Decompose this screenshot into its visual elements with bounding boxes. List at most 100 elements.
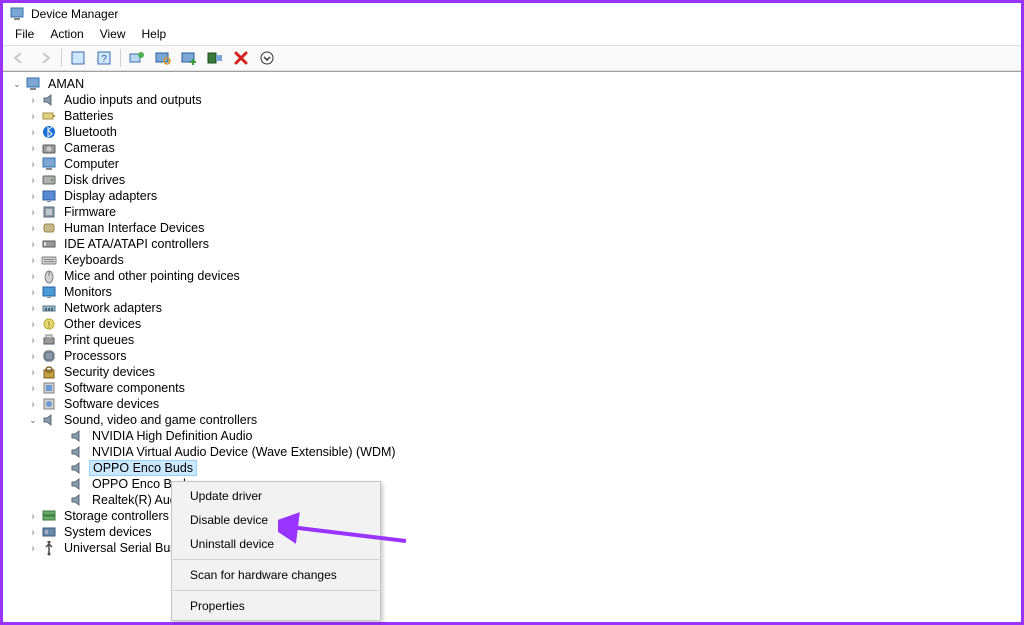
toolbar-add-legacy[interactable] [177,47,201,69]
toolbar-enable-disable[interactable] [255,47,279,69]
chevron-right-icon[interactable]: › [27,238,39,250]
tree-node-label[interactable]: Keyboards [61,252,127,268]
tree-node[interactable]: OPPO Enco Buds [3,460,1021,476]
tree-node[interactable]: ›!Other devices [3,316,1021,332]
tree-node[interactable]: › Disk drives [3,172,1021,188]
tree-node[interactable]: › Software components [3,380,1021,396]
tree-node-label[interactable]: AMAN [45,76,87,92]
tree-node[interactable]: Realtek(R) Audio [3,492,1021,508]
tree-node[interactable]: ›Cameras [3,140,1021,156]
chevron-right-icon[interactable]: › [27,142,39,154]
tree-node[interactable]: › Human Interface Devices [3,220,1021,236]
chevron-right-icon[interactable]: › [27,542,39,554]
menu-view[interactable]: View [92,25,134,45]
toolbar-update-driver[interactable] [125,47,149,69]
chevron-down-icon[interactable]: ⌄ [27,414,39,426]
tree-node[interactable]: › Display adapters [3,188,1021,204]
tree-node-label[interactable]: Network adapters [61,300,165,316]
menu-file[interactable]: File [7,25,42,45]
tree-node-label[interactable]: Firmware [61,204,119,220]
tree-node-label[interactable]: Monitors [61,284,115,300]
chevron-right-icon[interactable]: › [27,110,39,122]
tree-node-label[interactable]: OPPO Enco Buds [89,460,197,476]
tree-node[interactable]: › Audio inputs and outputs [3,92,1021,108]
tree-node-label[interactable]: Security devices [61,364,158,380]
chevron-down-icon[interactable]: ⌄ [11,78,23,90]
tree-node[interactable]: › Software devices [3,396,1021,412]
tree-node-label[interactable]: Other devices [61,316,144,332]
toolbar-uninstall[interactable] [203,47,227,69]
context-menu-item[interactable]: Update driver [172,484,380,508]
toolbar-help[interactable]: ? [92,47,116,69]
tree-node[interactable]: › Firmware [3,204,1021,220]
chevron-right-icon[interactable]: › [27,334,39,346]
tree-node-label[interactable]: Batteries [61,108,116,124]
tree-node-label[interactable]: System devices [61,524,155,540]
tree-node[interactable]: › Batteries [3,108,1021,124]
chevron-right-icon[interactable]: › [27,190,39,202]
tree-node-label[interactable]: Computer [61,156,122,172]
tree-node-label[interactable]: Processors [61,348,130,364]
tree-node[interactable]: NVIDIA High Definition Audio [3,428,1021,444]
chevron-right-icon[interactable]: › [27,206,39,218]
chevron-right-icon[interactable]: › [27,174,39,186]
context-menu-item[interactable]: Uninstall device [172,532,380,556]
tree-node[interactable]: ⌄ AMAN [3,76,1021,92]
tree-node[interactable]: › Processors [3,348,1021,364]
chevron-right-icon[interactable]: › [27,254,39,266]
tree-node[interactable]: OPPO Enco Buds [3,476,1021,492]
tree-node-label[interactable]: Bluetooth [61,124,120,140]
tree-node[interactable]: › Storage controllers [3,508,1021,524]
chevron-right-icon[interactable]: › [27,526,39,538]
tree-node-label[interactable]: Storage controllers [61,508,172,524]
tree-node-label[interactable]: IDE ATA/ATAPI controllers [61,236,212,252]
context-menu-item[interactable]: Scan for hardware changes [172,563,380,587]
context-menu-item[interactable]: Properties [172,594,380,618]
chevron-right-icon[interactable]: › [27,350,39,362]
tree-node-label[interactable]: Universal Serial Bus [61,540,180,556]
tree-node[interactable]: › IDE ATA/ATAPI controllers [3,236,1021,252]
chevron-right-icon[interactable]: › [27,510,39,522]
device-tree[interactable]: ⌄ AMAN › Audio inputs and outputs › Batteries… [3,71,1021,622]
tree-node-label[interactable]: Print queues [61,332,137,348]
tree-node-label[interactable]: Disk drives [61,172,128,188]
chevron-right-icon[interactable]: › [27,270,39,282]
chevron-right-icon[interactable]: › [27,126,39,138]
context-menu-item[interactable]: Disable device [172,508,380,532]
chevron-right-icon[interactable]: › [27,366,39,378]
tree-node-label[interactable]: Display adapters [61,188,160,204]
chevron-right-icon[interactable]: › [27,222,39,234]
chevron-right-icon[interactable]: › [27,398,39,410]
tree-node-label[interactable]: Software components [61,380,188,396]
tree-node-label[interactable]: Software devices [61,396,162,412]
tree-node[interactable]: › Mice and other pointing devices [3,268,1021,284]
chevron-right-icon[interactable]: › [27,302,39,314]
tree-node[interactable]: › Security devices [3,364,1021,380]
tree-node-label[interactable]: Mice and other pointing devices [61,268,243,284]
chevron-right-icon[interactable]: › [27,286,39,298]
tree-node[interactable]: ⌄ Sound, video and game controllers [3,412,1021,428]
tree-node[interactable]: › System devices [3,524,1021,540]
tree-node[interactable]: › Network adapters [3,300,1021,316]
tree-node[interactable]: › Print queues [3,332,1021,348]
menu-help[interactable]: Help [134,25,175,45]
chevron-right-icon[interactable]: › [27,382,39,394]
chevron-right-icon[interactable]: › [27,318,39,330]
menu-action[interactable]: Action [42,25,91,45]
toolbar-properties[interactable] [229,47,253,69]
chevron-right-icon[interactable]: › [27,94,39,106]
tree-node[interactable]: NVIDIA Virtual Audio Device (Wave Extens… [3,444,1021,460]
tree-node[interactable]: › Bluetooth [3,124,1021,140]
chevron-right-icon[interactable]: › [27,158,39,170]
toolbar-scan-hardware[interactable] [151,47,175,69]
tree-node[interactable]: › Keyboards [3,252,1021,268]
tree-node-label[interactable]: Human Interface Devices [61,220,207,236]
tree-node-label[interactable]: Audio inputs and outputs [61,92,205,108]
tree-node-label[interactable]: Sound, video and game controllers [61,412,260,428]
tree-node[interactable]: › Computer [3,156,1021,172]
toolbar-show-hidden[interactable] [66,47,90,69]
tree-node[interactable]: › Universal Serial Bus [3,540,1021,556]
tree-node-label[interactable]: NVIDIA High Definition Audio [89,428,256,444]
tree-node-label[interactable]: NVIDIA Virtual Audio Device (Wave Extens… [89,444,399,460]
tree-node[interactable]: › Monitors [3,284,1021,300]
